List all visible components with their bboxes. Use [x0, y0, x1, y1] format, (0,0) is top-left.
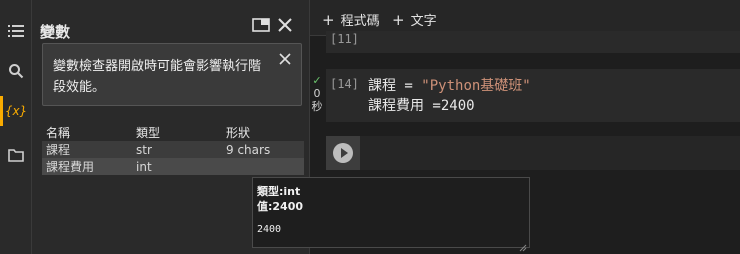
execution-count: [11] — [330, 32, 359, 46]
table-header: 名稱 類型 形狀 — [42, 124, 304, 141]
resize-grip-icon[interactable] — [519, 237, 527, 252]
performance-notice: 變數檢查器開啟時可能會影響執行階段效能。 — [42, 43, 302, 106]
add-code-label: 程式碼 — [340, 14, 380, 29]
tooltip-repr: 2400 — [257, 224, 282, 235]
side-rail: {x} — [0, 0, 32, 254]
add-text-label: 文字 — [410, 14, 437, 29]
tooltip-value: 值:2400 — [257, 200, 304, 213]
variable-shape: 9 chars — [222, 141, 304, 158]
run-cell-button[interactable] — [326, 136, 360, 170]
code-text: 課程 = — [368, 78, 422, 94]
active-indicator — [0, 96, 3, 126]
plus-icon: + — [392, 10, 405, 29]
check-icon: ✓ — [312, 74, 322, 87]
code-line-1[interactable]: 課程 = "Python基礎班" — [368, 75, 531, 95]
panel-title: 變數 — [40, 23, 71, 41]
empty-code-cell[interactable] — [326, 136, 740, 170]
plus-icon: + — [322, 10, 335, 29]
table-row[interactable]: 課程費用 int — [42, 158, 304, 175]
code-string: "Python基礎班" — [421, 78, 531, 94]
code-cell[interactable]: [14] 課程 = "Python基礎班" 課程費用 =2400 — [326, 69, 740, 122]
code-cell-previous[interactable]: [11] — [326, 31, 740, 53]
execution-status: ✓ 0 秒 — [310, 74, 324, 113]
open-in-tab-icon[interactable] — [250, 14, 272, 36]
table-row[interactable]: 課程 str 9 chars — [42, 141, 304, 158]
execution-time: 0 — [313, 87, 321, 100]
variable-name: 課程 — [42, 141, 132, 158]
column-header-name[interactable]: 名稱 — [42, 124, 132, 141]
execution-time-unit: 秒 — [311, 100, 323, 113]
variables-icon[interactable]: {x} — [5, 101, 27, 121]
column-header-type[interactable]: 類型 — [132, 124, 222, 141]
execution-count: [14] — [330, 77, 359, 91]
add-code-button[interactable]: + 程式碼 — [322, 10, 380, 29]
notice-text: 變數檢查器開啟時可能會影響執行階段效能。 — [53, 59, 262, 95]
variable-type: str — [132, 141, 222, 158]
variable-type: int — [132, 158, 222, 175]
search-icon[interactable] — [6, 61, 26, 81]
column-header-shape[interactable]: 形狀 — [222, 124, 304, 141]
tooltip-type: 類型:int — [257, 185, 301, 198]
code-line-2[interactable]: 課程費用 =2400 — [368, 95, 475, 115]
variables-table: 名稱 類型 形狀 課程 str 9 chars 課程費用 int — [42, 124, 304, 175]
notice-close-icon[interactable] — [279, 50, 295, 66]
menu-icon[interactable] — [6, 21, 26, 41]
close-icon[interactable] — [274, 14, 296, 36]
play-icon — [333, 143, 353, 163]
variable-tooltip: 類型:int 值:2400 2400 — [252, 177, 530, 252]
folder-icon[interactable] — [6, 145, 26, 165]
add-text-button[interactable]: + 文字 — [392, 10, 437, 29]
variable-name: 課程費用 — [42, 158, 132, 175]
variable-shape — [222, 158, 304, 175]
